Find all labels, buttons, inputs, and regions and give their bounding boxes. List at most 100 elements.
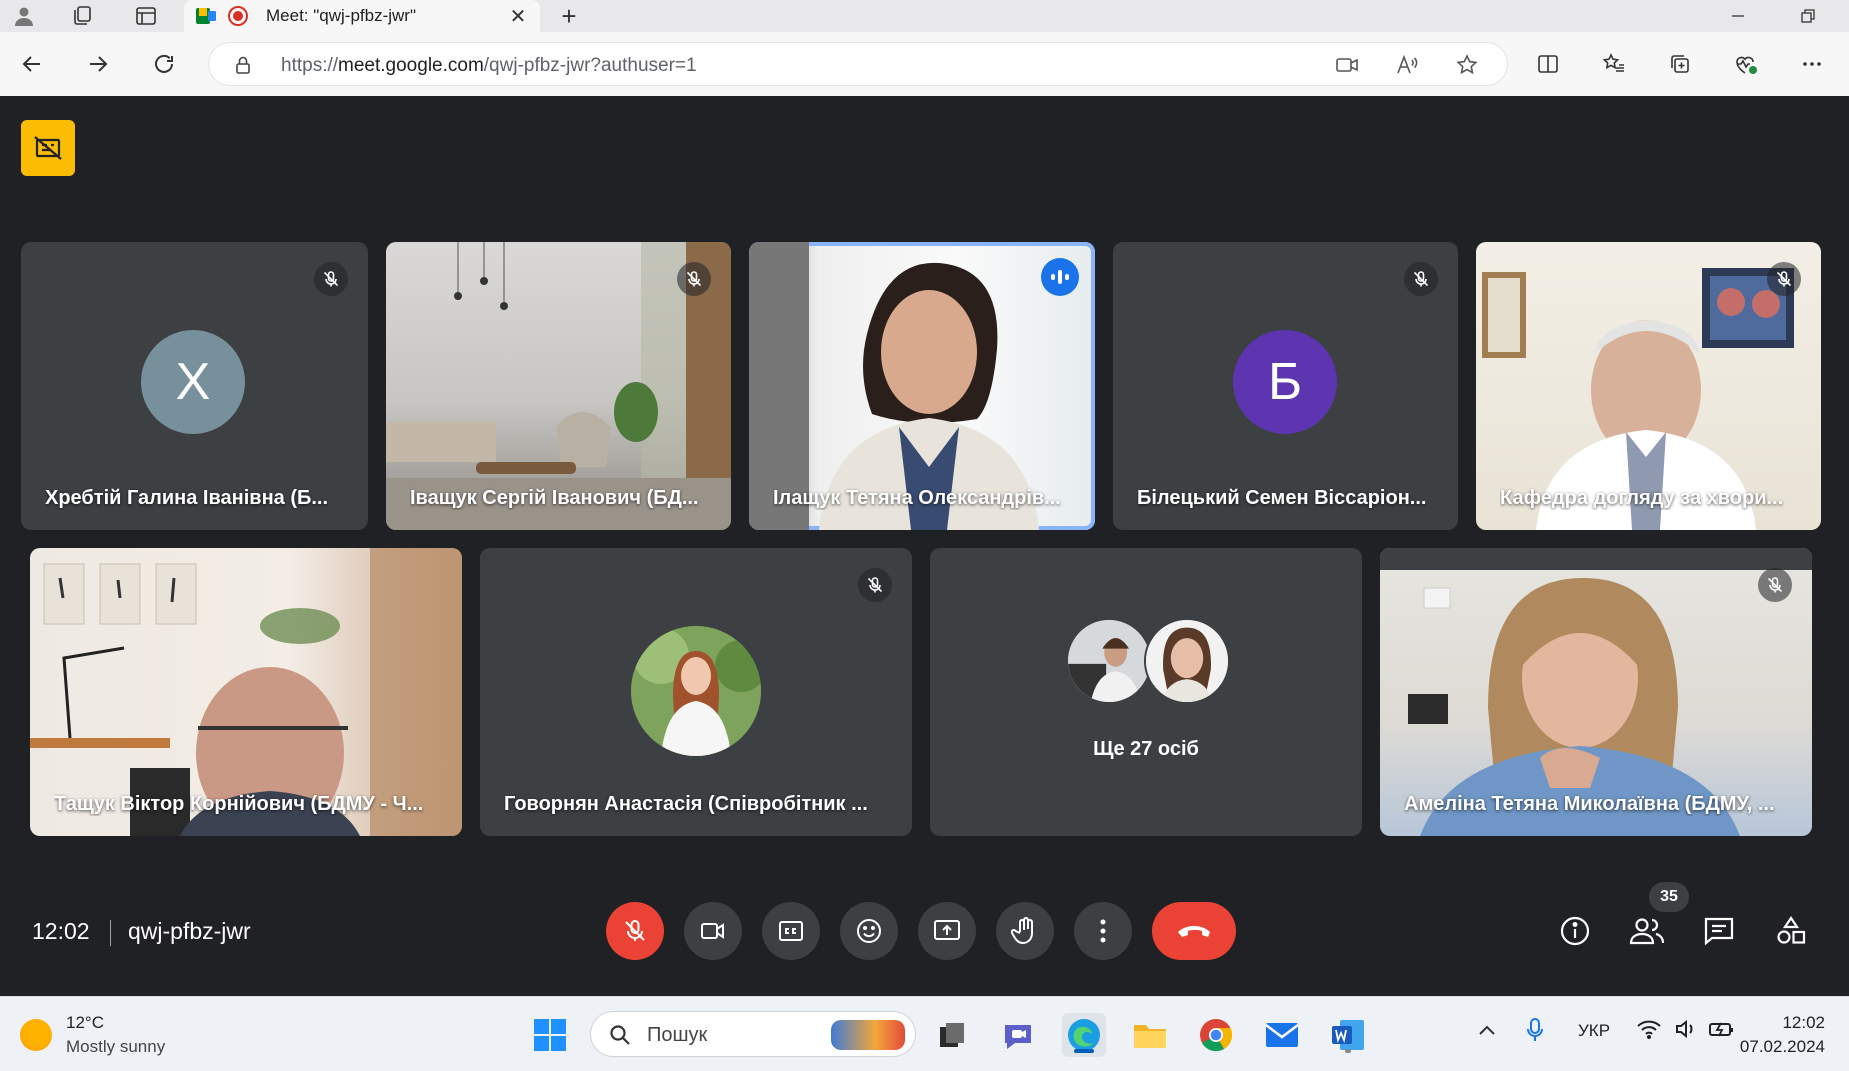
mic-off-icon <box>1758 568 1792 602</box>
microphone-toggle-button[interactable] <box>606 902 664 960</box>
leave-call-button[interactable] <box>1152 902 1236 960</box>
profile-icon[interactable] <box>4 0 44 32</box>
more-options-button[interactable] <box>1074 902 1132 960</box>
tab-meet[interactable]: Meet: "qwj-pfbz-jwr" ✕ <box>184 0 540 32</box>
chrome-button[interactable] <box>1194 1013 1238 1057</box>
word-button[interactable] <box>1326 1013 1370 1057</box>
split-screen-icon[interactable] <box>1528 44 1568 84</box>
language-indicator[interactable]: УКР <box>1578 1021 1610 1041</box>
participant-name: Іващук Сергій Іванович (БД... <box>410 487 699 509</box>
microphone-tray-button[interactable] <box>1526 1017 1544 1048</box>
reactions-button[interactable] <box>840 902 898 960</box>
chat-button[interactable] <box>1696 908 1742 954</box>
browser-essentials-icon[interactable] <box>1726 44 1766 84</box>
people-icon <box>1629 918 1665 945</box>
system-clock[interactable]: 12:02 07.02.2024 <box>1740 1011 1825 1059</box>
back-button[interactable] <box>12 44 52 84</box>
captions-off-indicator[interactable] <box>21 120 75 176</box>
tab-title: Meet: "qwj-pfbz-jwr" <box>266 6 416 25</box>
file-explorer-button[interactable] <box>1128 1013 1172 1057</box>
participant-tile[interactable]: Говорнян Анастасія (Співробітник ... <box>480 548 912 836</box>
show-hidden-icons-button[interactable] <box>1478 1021 1496 1041</box>
activities-shapes-icon <box>1777 916 1806 944</box>
edge-icon <box>1068 1019 1100 1051</box>
start-button[interactable] <box>528 1013 572 1057</box>
browser-tab-strip: Meet: "qwj-pfbz-jwr" ✕ + <box>0 0 1849 32</box>
participant-tile[interactable]: Іващук Сергій Іванович (БД... <box>386 242 731 530</box>
people-button[interactable] <box>1624 908 1670 954</box>
divider <box>110 920 111 946</box>
tab-close-icon[interactable]: ✕ <box>508 4 528 29</box>
mail-icon <box>1265 1023 1299 1047</box>
minimize-button[interactable] <box>1710 0 1766 32</box>
windows-logo-icon <box>534 1019 566 1051</box>
chrome-icon <box>1200 1019 1233 1052</box>
activities-button[interactable] <box>1768 908 1814 954</box>
meeting-details-button[interactable] <box>1552 908 1598 954</box>
avatar <box>631 626 761 756</box>
chat-app-icon <box>1005 1025 1031 1049</box>
participant-tile-active-speaker[interactable]: Ілащук Тетяна Олександрів... <box>749 242 1095 530</box>
participant-tile[interactable]: Б Білецький Семен Віссаріон... <box>1113 242 1458 530</box>
browser-toolbar: https://meet.google.com/qwj-pfbz-jwr?aut… <box>0 32 1849 96</box>
more-menu-icon[interactable] <box>1792 44 1832 84</box>
teams-chat-button[interactable] <box>996 1013 1040 1057</box>
new-tab-button[interactable]: + <box>552 0 586 32</box>
microphone-icon <box>1527 1018 1543 1041</box>
present-screen-button[interactable] <box>918 902 976 960</box>
avatar <box>1066 618 1152 704</box>
sun-icon <box>20 1019 52 1051</box>
task-view-button[interactable] <box>930 1013 974 1057</box>
google-meet-icon <box>196 7 218 25</box>
task-view-icon <box>940 1023 964 1047</box>
participant-name: Хребтій Галина Іванівна (Б... <box>45 487 329 509</box>
favorites-icon[interactable] <box>1594 44 1634 84</box>
edge-browser-button[interactable] <box>1062 1013 1106 1057</box>
camera-in-use-icon[interactable] <box>1335 53 1359 77</box>
participant-tile[interactable]: Тащук Віктор Корнійович (БДМУ - Ч... <box>30 548 462 836</box>
emoji-icon <box>857 919 881 943</box>
tab-actions-icon[interactable] <box>126 0 166 32</box>
participant-name: Ілащук Тетяна Олександрів... <box>773 487 1061 509</box>
participant-tile[interactable]: Кафедра догляду за хвори... <box>1476 242 1821 530</box>
wifi-icon[interactable] <box>1636 1019 1662 1044</box>
recording-icon <box>228 6 248 26</box>
chat-icon <box>1704 917 1734 946</box>
avatar <box>1144 618 1230 704</box>
no-video-icon <box>34 136 62 160</box>
present-icon <box>934 920 960 940</box>
address-bar[interactable]: https://meet.google.com/qwj-pfbz-jwr?aut… <box>208 42 1508 86</box>
camera-icon <box>701 923 724 939</box>
speaking-indicator-icon <box>1041 258 1079 296</box>
camera-toggle-button[interactable] <box>684 902 742 960</box>
search-placeholder: Пошук <box>647 1024 708 1046</box>
volume-icon[interactable] <box>1674 1019 1698 1044</box>
collections-icon[interactable] <box>1660 44 1700 84</box>
battery-icon[interactable] <box>1708 1019 1736 1044</box>
meeting-code: qwj-pfbz-jwr <box>128 918 251 944</box>
mail-button[interactable] <box>1260 1013 1304 1057</box>
reload-button[interactable] <box>144 44 184 84</box>
favorite-star-icon[interactable] <box>1455 53 1479 77</box>
participant-name: Амеліна Тетяна Миколаївна (БДМУ, ... <box>1404 793 1775 815</box>
more-participants-tile[interactable]: Ще 27 осіб <box>930 548 1362 836</box>
read-aloud-icon[interactable] <box>1395 53 1419 77</box>
open-app-indicator <box>1345 1049 1351 1053</box>
participant-tile[interactable]: Амеліна Тетяна Миколаївна (БДМУ, ... <box>1380 548 1812 836</box>
mic-off-icon <box>858 568 892 602</box>
taskbar-search-input[interactable]: Пошук <box>590 1011 916 1057</box>
raise-hand-button[interactable] <box>996 902 1054 960</box>
active-app-indicator <box>1074 1049 1094 1053</box>
forward-button[interactable] <box>78 44 118 84</box>
weather-temperature: 12°C <box>66 1013 104 1032</box>
participant-tile[interactable]: Х Хребтій Галина Іванівна (Б... <box>21 242 368 530</box>
captions-button[interactable] <box>762 902 820 960</box>
url-text[interactable]: https://meet.google.com/qwj-pfbz-jwr?aut… <box>281 55 697 77</box>
workspaces-icon[interactable] <box>62 0 102 32</box>
meeting-time: 12:02 <box>32 918 90 944</box>
restore-button[interactable] <box>1780 0 1836 32</box>
search-highlight-image <box>831 1020 905 1050</box>
hang-up-icon <box>1178 926 1210 937</box>
lock-icon[interactable] <box>233 55 253 75</box>
captions-icon <box>779 921 803 941</box>
